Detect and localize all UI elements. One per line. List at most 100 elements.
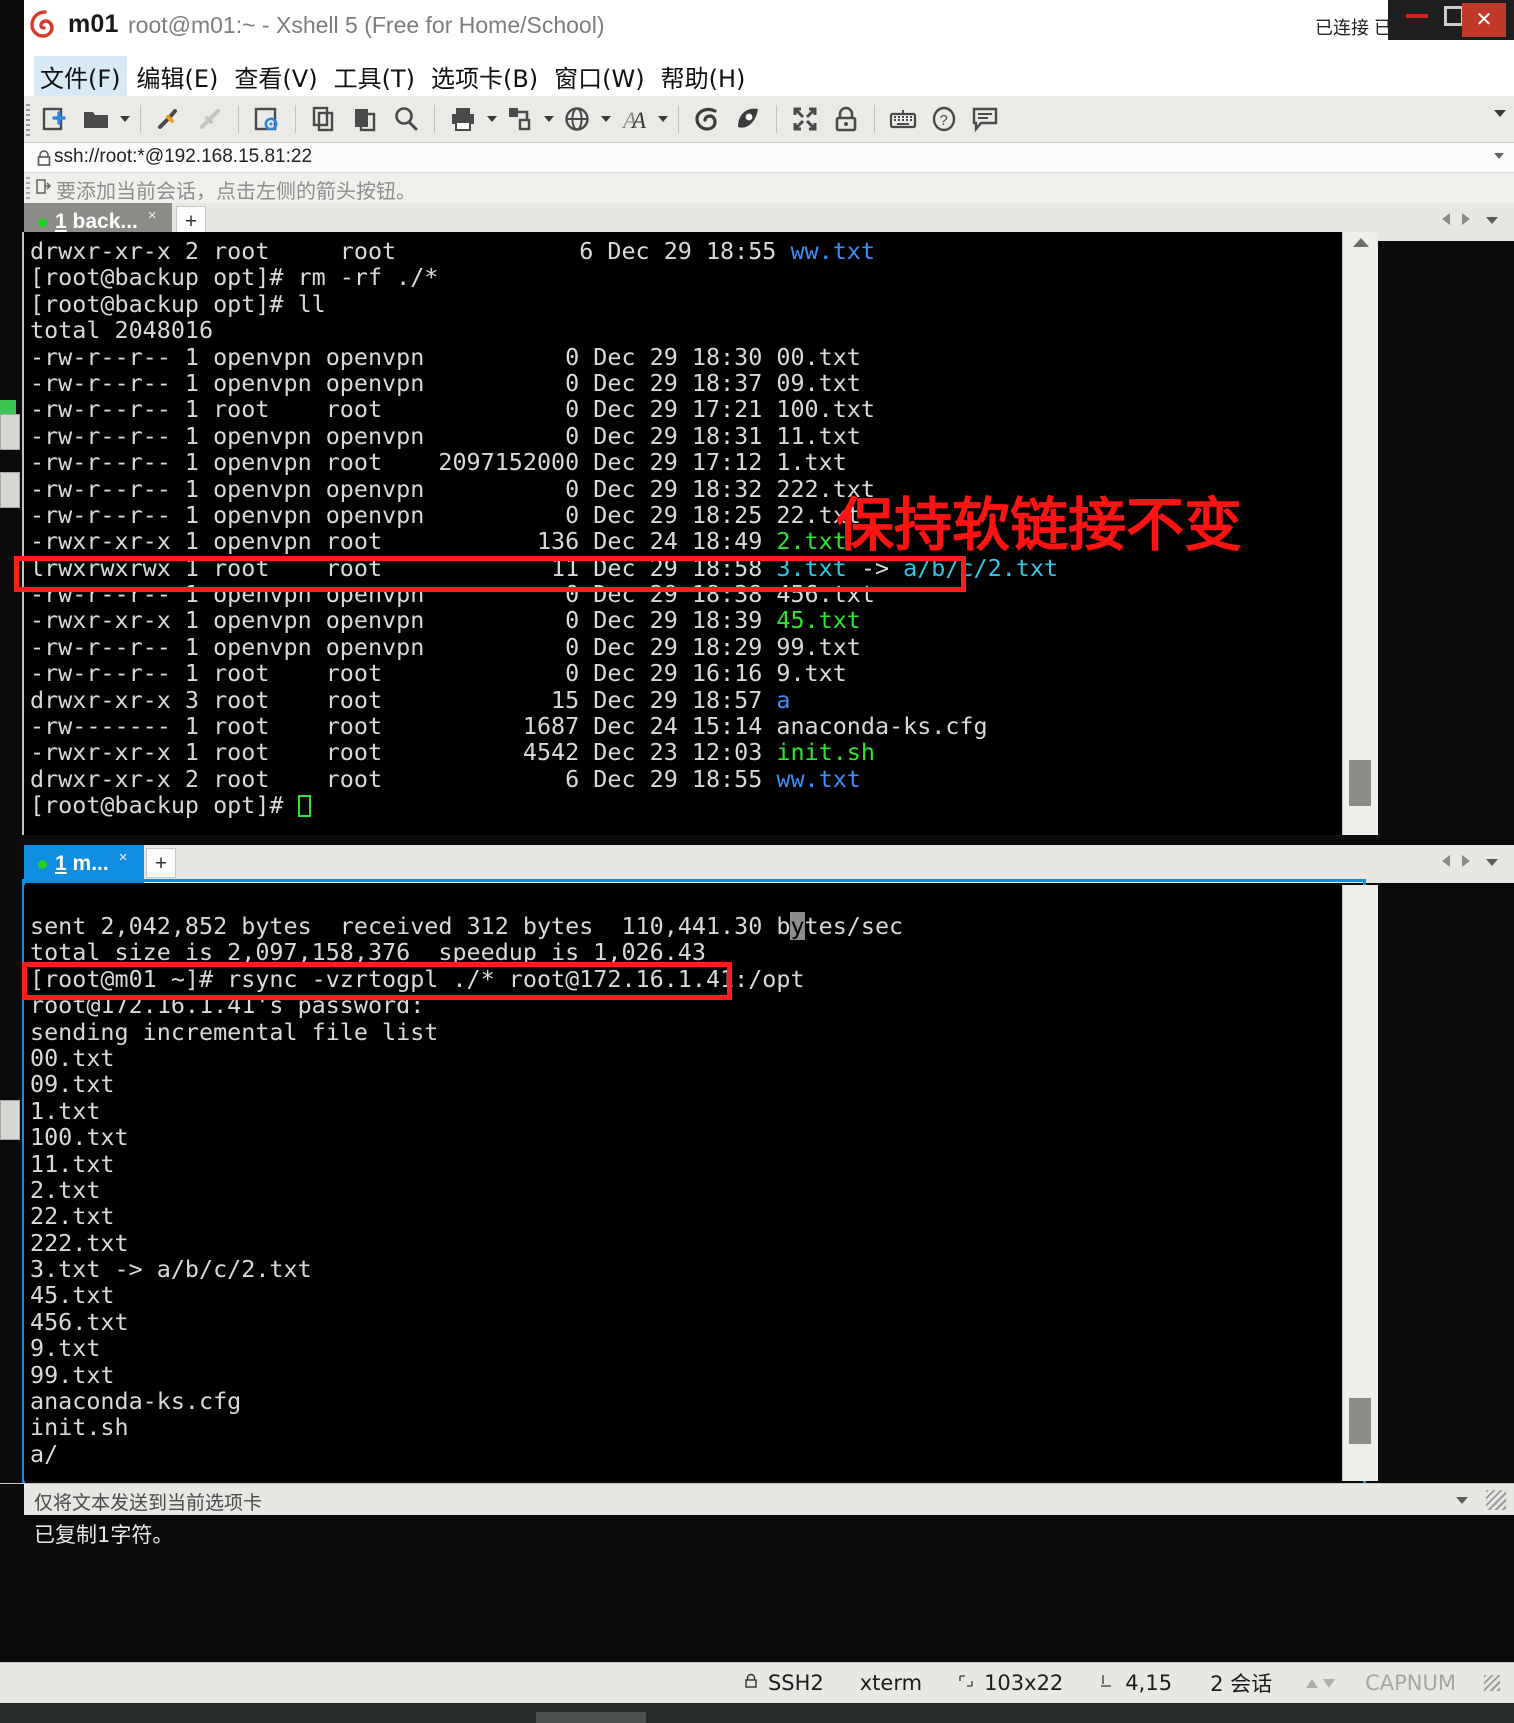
window-resize-grip[interactable]: [1484, 1675, 1500, 1691]
menu-item-file[interactable]: 文件(F): [34, 56, 127, 97]
menu-item-window[interactable]: 窗口(W): [548, 56, 650, 97]
terminal-line: -rw-r--r-- 1 root root 0 Dec 29 16:16 9.…: [30, 660, 1342, 686]
send-to-tab-dropdown-icon[interactable]: [1456, 1497, 1468, 1504]
left-dock-stub-3[interactable]: [0, 1100, 20, 1140]
new-session-icon[interactable]: [36, 100, 74, 138]
taskbar-item[interactable]: [536, 1712, 646, 1723]
transfer-icon[interactable]: [501, 100, 539, 138]
add-session-icon[interactable]: [36, 178, 52, 201]
help-icon[interactable]: ?: [925, 100, 963, 138]
terminal-text: 2.txt: [30, 1175, 101, 1204]
tabstrip-scroll-left-icon[interactable]: [1442, 213, 1450, 225]
disconnect-icon[interactable]: [191, 100, 229, 138]
close-button[interactable]: ✕: [1462, 3, 1506, 37]
xshell-icon[interactable]: [688, 100, 726, 138]
toolbar-separator-7: [874, 105, 875, 133]
terminal-line: -rwxr-xr-x 1 openvpn openvpn 0 Dec 29 18…: [30, 607, 1342, 633]
copy-session-icon[interactable]: [305, 100, 343, 138]
top-tabstrip-menu-icon[interactable]: [1486, 217, 1498, 224]
hintbar-drag-handle[interactable]: [26, 177, 30, 199]
terminal-text: 22.txt: [30, 1202, 115, 1231]
menu-item-view[interactable]: 查看(V): [228, 56, 323, 97]
address-dropdown-icon[interactable]: [1494, 153, 1504, 159]
tab-m01-close-icon[interactable]: ×: [119, 849, 128, 866]
bottom-pane-scroll-thumb[interactable]: [1349, 1398, 1371, 1444]
bottom-pane-scrollbar[interactable]: [1342, 885, 1378, 1481]
menu-items: 文件(F) 编辑(E) 查看(V) 工具(T) 选项卡(B) 窗口(W) 帮助(…: [34, 56, 751, 97]
terminal-text: -rwxr-xr-x 1 root root 4542 Dec 23 12:03: [30, 738, 777, 767]
toolbar-separator-2: [238, 105, 239, 133]
terminal-text: 100.txt: [30, 1123, 129, 1152]
connect-icon[interactable]: [150, 100, 188, 138]
top-tabstrip-nav[interactable]: [1442, 213, 1470, 225]
terminal-line: 222.txt: [30, 1228, 1342, 1257]
left-dock-stub-1[interactable]: [0, 414, 20, 450]
menu-item-tabs[interactable]: 选项卡(B): [425, 56, 544, 97]
bottom-tabstrip-nav[interactable]: [1442, 855, 1470, 867]
left-dock-stub-2[interactable]: [0, 472, 20, 508]
left-dock-indicator[interactable]: [0, 400, 16, 414]
menu-bar: 文件(F) 编辑(E) 查看(V) 工具(T) 选项卡(B) 窗口(W) 帮助(…: [0, 52, 1514, 97]
comment-icon[interactable]: [966, 100, 1004, 138]
lock-icon[interactable]: [827, 100, 865, 138]
tab-backup-close-icon[interactable]: ×: [148, 207, 157, 224]
bottom-pane-tabstrip: 1 m... × +: [0, 845, 1514, 883]
globe-dropdown-icon[interactable]: [599, 100, 612, 138]
tabstrip-scroll-right-icon-bottom[interactable]: [1462, 855, 1470, 867]
toolbar-drag-handle[interactable]: [26, 104, 30, 136]
find-icon[interactable]: [387, 100, 425, 138]
terminal-line: -rw-r--r-- 1 openvpn openvpn 0 Dec 29 18…: [30, 423, 1342, 449]
menu-item-edit[interactable]: 编辑(E): [131, 56, 225, 97]
address-input[interactable]: ssh://root:*@192.168.15.81:22: [54, 146, 312, 168]
transfer-dropdown-icon[interactable]: [542, 100, 555, 138]
terminal-text: 456.txt: [30, 1307, 129, 1336]
properties-icon[interactable]: [248, 100, 286, 138]
open-folder-dropdown-icon[interactable]: [118, 100, 131, 138]
print-dropdown-icon[interactable]: [485, 100, 498, 138]
tabstrip-scroll-right-icon[interactable]: [1462, 213, 1470, 225]
terminal-text: sent 2,042,852 bytes received 312 bytes …: [30, 912, 791, 940]
tab-backup-index: 1: [55, 210, 67, 233]
toolbar-separator: [140, 105, 141, 133]
terminal-line: drwxr-xr-x 2 root root 6 Dec 29 18:55 ww…: [30, 766, 1342, 792]
bottom-tabstrip-menu-icon[interactable]: [1486, 859, 1498, 866]
terminal-line: sending incremental file list: [30, 1018, 1342, 1045]
terminal-text: 45.txt: [30, 1281, 115, 1310]
menu-item-help[interactable]: 帮助(H): [655, 56, 752, 97]
terminal-line: drwxr-xr-x 3 root root 15 Dec 29 18:57 a: [30, 685, 1342, 714]
terminal-line: 3.txt -> a/b/c/2.txt: [30, 1256, 1342, 1282]
fullscreen-icon[interactable]: [786, 100, 824, 138]
open-folder-icon[interactable]: [77, 100, 115, 138]
terminal-text: drwxr-xr-x 3 root root 15 Dec 29 18:57: [30, 685, 777, 714]
copy-status-text: 已复制1字符。: [34, 1523, 174, 1547]
keyboard-icon[interactable]: [884, 100, 922, 138]
top-pane-scroll-thumb[interactable]: [1349, 760, 1371, 806]
terminal-text: 09.txt: [30, 1070, 115, 1099]
paste-icon[interactable]: [346, 100, 384, 138]
font-dropdown-icon[interactable]: [656, 100, 669, 138]
tabstrip-scroll-left-icon-bottom[interactable]: [1442, 855, 1450, 867]
hint-bar: 要添加当前会话，点击左侧的箭头按钮。: [0, 173, 1514, 203]
terminal-text: 1.txt: [30, 1096, 101, 1125]
terminal-line: -rw-r--r-- 1 openvpn openvpn 0 Dec 29 18…: [30, 370, 1342, 396]
font-icon[interactable]: A A: [615, 100, 653, 138]
globe-icon[interactable]: [558, 100, 596, 138]
menu-item-tools[interactable]: 工具(T): [328, 56, 421, 97]
scroll-up-icon-top[interactable]: [1353, 238, 1369, 247]
title-bar: m01 root@m01:~ - Xshell 5 (Free for Home…: [0, 0, 1514, 52]
tab-m01[interactable]: 1 m... ×: [24, 845, 144, 883]
toolbar-overflow-caret-icon[interactable]: [1494, 110, 1506, 117]
xftp-icon[interactable]: [729, 100, 767, 138]
svg-text:?: ?: [940, 112, 948, 129]
top-pane-scrollbar[interactable]: [1342, 232, 1378, 835]
terminal-text: 00.txt: [30, 1043, 115, 1072]
status-bar: SSH2 xterm 103x22 4,15 2 会话 CAPNUM: [0, 1662, 1514, 1703]
terminal-text: 222.txt: [30, 1228, 129, 1257]
print-icon[interactable]: [444, 100, 482, 138]
minimize-button[interactable]: [1406, 14, 1428, 18]
maximize-button[interactable]: [1444, 6, 1464, 26]
new-tab-button-bottom[interactable]: +: [146, 848, 176, 878]
cmdbar-resize-grip[interactable]: [1486, 1490, 1506, 1510]
toolbar: A A ?: [0, 96, 1514, 143]
addressbar-left-edge: [0, 143, 24, 173]
